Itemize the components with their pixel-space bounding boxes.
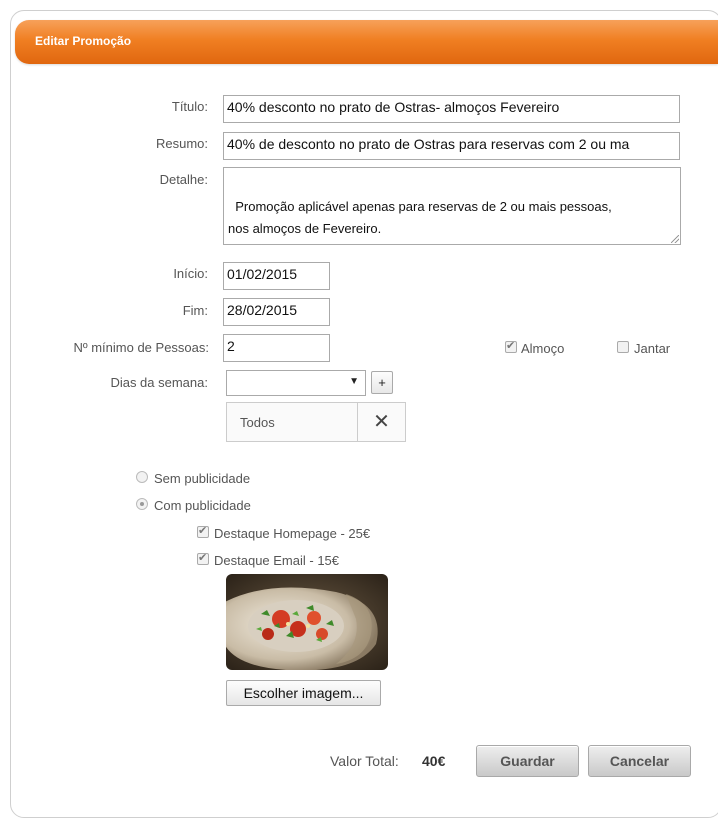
min-people-input[interactable]: 2	[223, 334, 330, 362]
total-value: 40€	[422, 753, 446, 769]
detail-textarea[interactable]: Promoção aplicável apenas para reservas …	[223, 167, 681, 245]
promotion-image	[226, 574, 388, 670]
weekday-tag-label: Todos	[240, 415, 275, 430]
detail-label: Detalhe:	[159, 172, 208, 187]
start-date-input[interactable]: 01/02/2015	[223, 262, 330, 290]
dinner-checkbox[interactable]	[617, 341, 629, 353]
title-label: Título:	[171, 99, 208, 114]
close-icon[interactable]: ✕	[357, 403, 405, 441]
panel-title: Editar Promoção	[35, 34, 132, 48]
min-people-label: Nº mínimo de Pessoas:	[73, 340, 209, 355]
homepage-highlight-checkbox[interactable]	[197, 524, 209, 538]
cancel-button[interactable]: Cancelar	[588, 745, 691, 777]
with-advertising-label: Com publicidade	[154, 498, 251, 513]
no-advertising-radio[interactable]	[136, 471, 148, 483]
weekday-tag: Todos ✕	[226, 402, 406, 442]
dinner-label: Jantar	[634, 341, 671, 356]
summary-label: Resumo:	[155, 136, 208, 151]
choose-image-button[interactable]: Escolher imagem...	[226, 680, 381, 706]
title-input[interactable]: 40% desconto no prato de Ostras- almoços…	[223, 95, 680, 123]
end-date-label: Fim:	[182, 303, 208, 318]
lunch-checkbox[interactable]	[505, 339, 517, 353]
no-advertising-label: Sem publicidade	[154, 471, 251, 486]
panel-header: Editar Promoção	[15, 20, 718, 64]
resize-grip-icon[interactable]	[671, 235, 679, 243]
email-highlight-label: Destaque Email - 15€	[214, 553, 340, 568]
email-highlight-checkbox[interactable]	[197, 551, 209, 565]
homepage-highlight-label: Destaque Homepage - 25€	[214, 526, 371, 541]
detail-text: Promoção aplicável apenas para reservas …	[228, 199, 612, 236]
total-label: Valor Total:	[330, 753, 399, 769]
weekdays-select[interactable]: ▼	[226, 370, 366, 396]
start-date-label: Início:	[173, 266, 208, 281]
dropdown-arrow-icon: ▼	[349, 376, 359, 387]
end-date-input[interactable]: 28/02/2015	[223, 298, 330, 326]
summary-input[interactable]: 40% de desconto no prato de Ostras para …	[223, 132, 680, 160]
weekdays-label: Dias da semana:	[110, 375, 208, 390]
with-advertising-radio[interactable]	[136, 498, 148, 510]
save-button[interactable]: Guardar	[476, 745, 579, 777]
add-weekday-button[interactable]: +	[371, 371, 393, 394]
lunch-label: Almoço	[521, 341, 565, 356]
